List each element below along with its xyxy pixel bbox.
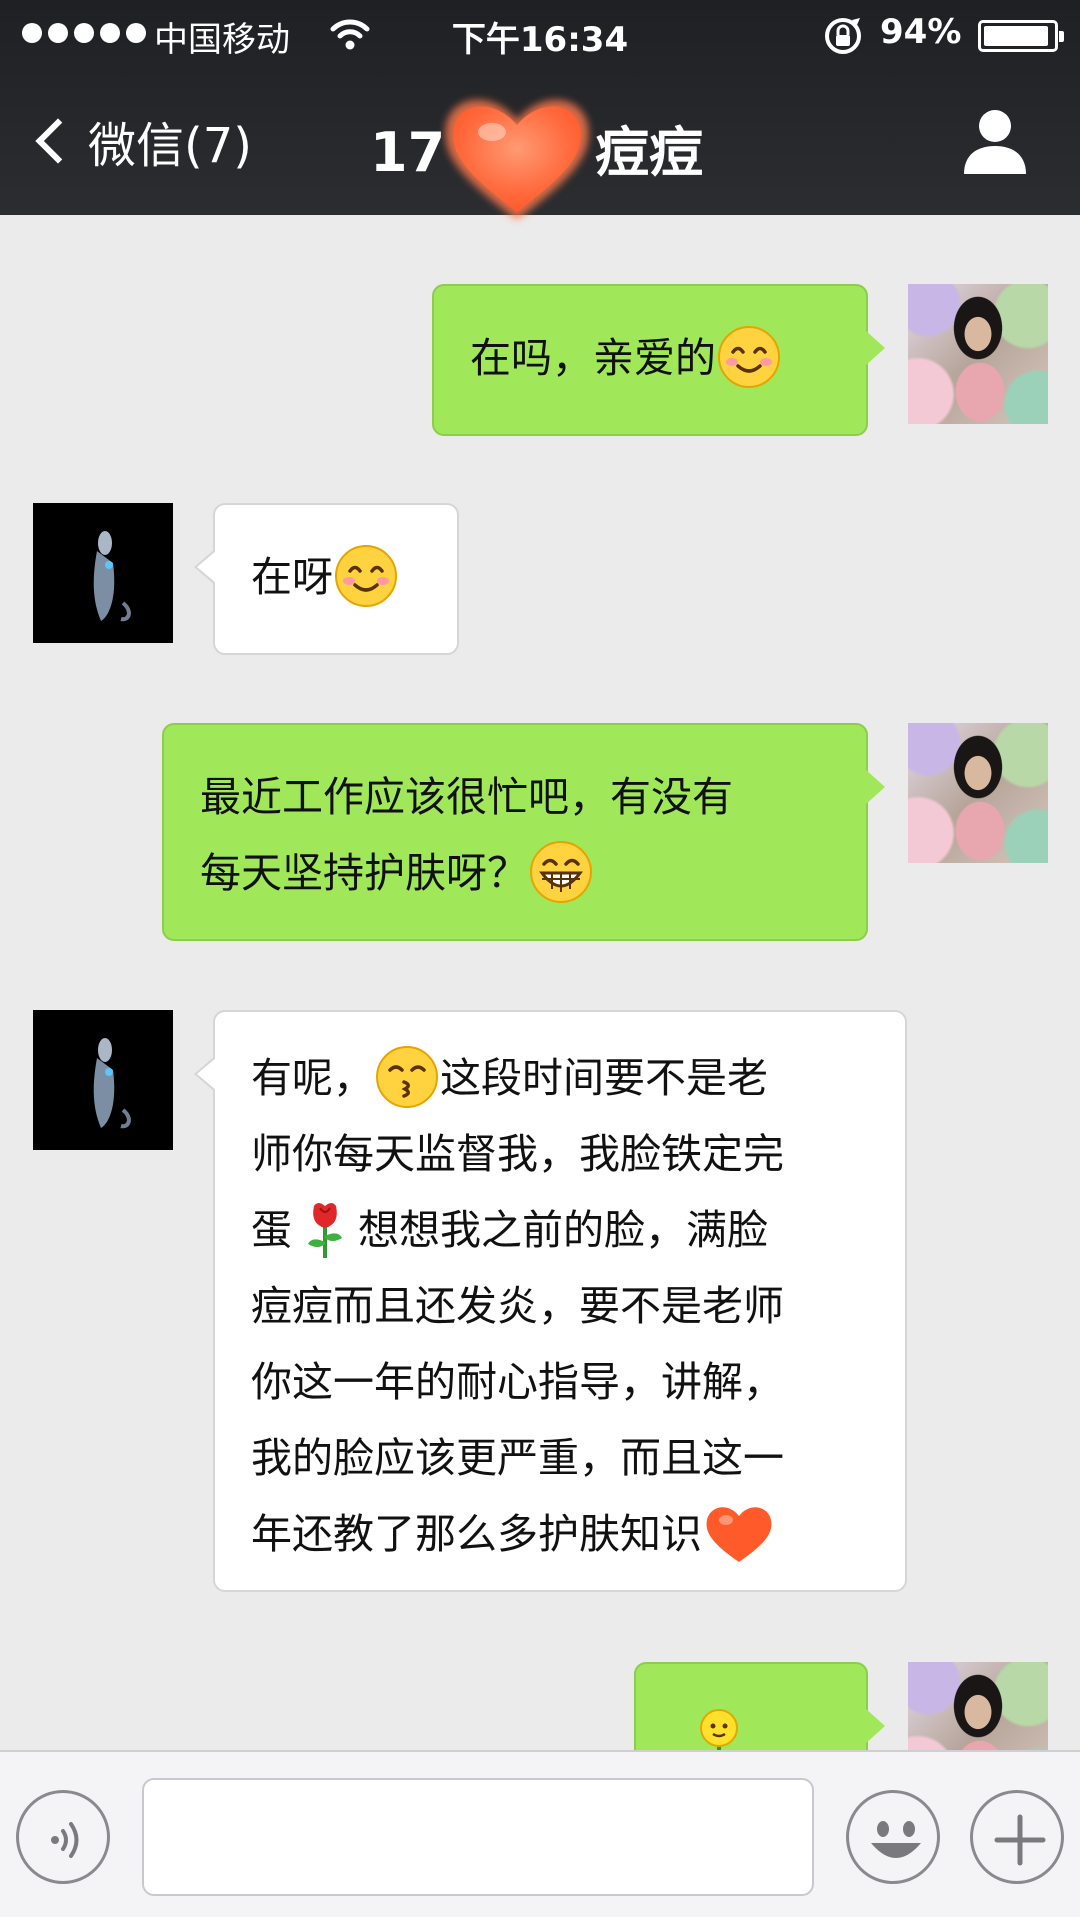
battery-fill (984, 26, 1048, 46)
emoji-face-icon (871, 1821, 921, 1858)
message-text-line: 有呢， (251, 1054, 374, 1102)
contact-avatar[interactable] (33, 1010, 173, 1150)
smile-icon (333, 543, 399, 609)
message-text-line: 年还教了那么多护肤知识 (251, 1510, 702, 1558)
chevron-left-icon (35, 118, 81, 164)
battery-percent: 94% (880, 12, 962, 52)
battery-icon (978, 20, 1064, 52)
profile-button[interactable] (958, 104, 1032, 178)
voice-button[interactable] (16, 1790, 110, 1884)
heart-sticker-icon (432, 80, 602, 230)
status-bar: 中国移动 下午16:34 94% (0, 0, 1080, 70)
message-text-line: 师你每天监督我，我脸铁定完 (251, 1130, 784, 1178)
person-icon (964, 110, 1026, 174)
my-avatar[interactable] (908, 723, 1048, 863)
input-bar (0, 1750, 1080, 1917)
message-text-line: 蛋 (251, 1206, 292, 1254)
chat-title-suffix: 痘痘 (595, 121, 704, 184)
plus-icon (994, 1814, 1046, 1866)
message-text-line: 我的脸应该更严重，而且这一 (251, 1434, 784, 1482)
smile-icon (716, 324, 782, 390)
emoji-button[interactable] (846, 1790, 940, 1884)
message-text-line: 你这一年的耐心指导，讲解， (251, 1358, 784, 1406)
rose-icon (292, 1196, 358, 1262)
back-button[interactable]: 微信(7) (30, 106, 252, 176)
message-bubble-received[interactable]: 在呀 (194, 503, 459, 655)
message-text-line: 这段时间要不是老 (440, 1054, 768, 1102)
message-text-line: 每天坚持护肤呀？ (200, 849, 528, 897)
kiss-icon (374, 1044, 440, 1110)
nav-bar: 微信(7) 17 痘痘 (0, 70, 1080, 220)
back-label: 微信(7) (88, 118, 252, 174)
message-text: 在呀 (251, 553, 333, 601)
contact-avatar[interactable] (33, 503, 173, 643)
grin-icon (528, 839, 594, 905)
heart-icon (702, 1500, 776, 1566)
my-avatar[interactable] (908, 284, 1048, 424)
message-text-line: 最近工作应该很忙吧，有没有 (200, 773, 733, 821)
message-bubble-received[interactable]: 有呢， 这段时间要不是老 师你每天监督我，我脸铁定完 蛋 想想我之前的脸，满脸 … (194, 1010, 907, 1592)
message-text-line: 痘痘而且还发炎，要不是老师 (251, 1282, 784, 1330)
voice-icon (51, 1822, 79, 1858)
message-text-line: 想想我之前的脸，满脸 (358, 1206, 768, 1254)
top-bar: 中国移动 下午16:34 94% 微信(7) 17 痘痘 (0, 0, 1080, 220)
message-bubble-sent[interactable]: 最近工作应该很忙吧，有没有 每天坚持护肤呀？ (162, 723, 885, 941)
more-button[interactable] (970, 1790, 1064, 1884)
message-input[interactable] (142, 1778, 814, 1896)
message-text: 在吗，亲爱的 (470, 334, 716, 382)
message-bubble-sent[interactable]: 在吗，亲爱的 (432, 284, 885, 436)
rotation-lock-icon (822, 15, 864, 66)
